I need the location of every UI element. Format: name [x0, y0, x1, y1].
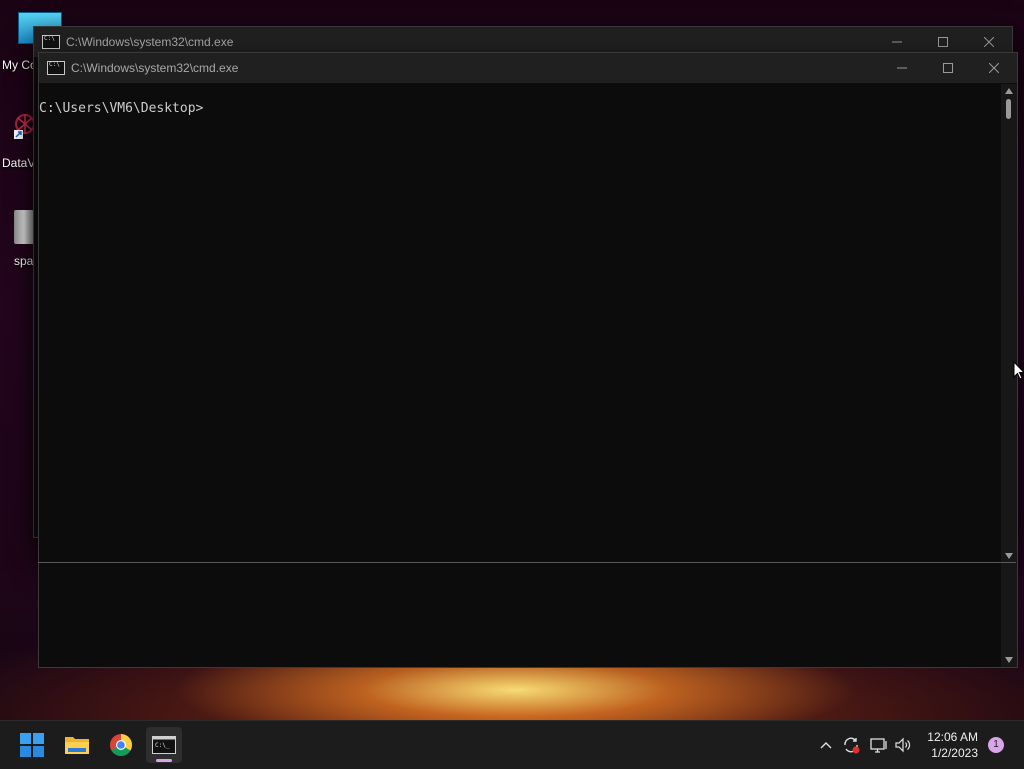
- minimize-icon: [897, 67, 907, 69]
- console-output[interactable]: C:\Users\VM6\Desktop>: [39, 84, 1001, 563]
- cmd-lower-pane[interactable]: [38, 563, 1018, 668]
- volume-button[interactable]: [892, 721, 914, 769]
- scroll-up-icon[interactable]: [1005, 88, 1013, 94]
- clock-date: 1/2/2023: [931, 746, 978, 760]
- windows-start-icon: [20, 733, 44, 757]
- scroll-down-icon[interactable]: [1005, 553, 1013, 559]
- chevron-up-icon: [820, 742, 832, 749]
- minimize-icon: [892, 41, 902, 43]
- network-icon: [870, 738, 887, 753]
- command-prompt: C:\Users\VM6\Desktop>: [39, 101, 204, 116]
- vertical-scrollbar[interactable]: [1001, 84, 1017, 563]
- cmd-taskbar-button[interactable]: C:\_: [146, 727, 182, 763]
- mouse-cursor-icon: [1013, 361, 1024, 380]
- chrome-button[interactable]: [103, 727, 139, 763]
- desktop-icon-label: spa: [14, 254, 34, 268]
- clock[interactable]: 12:06 AM 1/2/2023: [927, 729, 978, 761]
- svg-text:C:\_: C:\_: [155, 742, 170, 749]
- chrome-icon: [110, 734, 132, 756]
- cmd-icon: C:\_: [152, 736, 176, 754]
- maximize-button[interactable]: [925, 53, 971, 83]
- volume-icon: [895, 737, 911, 753]
- cmd-icon: [42, 35, 60, 49]
- cmd-window-front[interactable]: C:\Windows\system32\cmd.exe C:\Users\VM6…: [38, 52, 1018, 563]
- clock-time: 12:06 AM: [927, 730, 978, 744]
- minimize-button[interactable]: [879, 53, 925, 83]
- notification-badge[interactable]: 1: [988, 737, 1004, 753]
- scroll-down-icon[interactable]: [1005, 657, 1013, 663]
- active-indicator: [156, 759, 172, 762]
- close-icon: [984, 37, 994, 47]
- cmd-icon: [47, 61, 65, 75]
- maximize-icon: [938, 37, 948, 47]
- taskbar: C:\_ 12:06 AM 1/2/2023 1: [0, 720, 1024, 769]
- network-button[interactable]: [868, 721, 890, 769]
- window-title: C:\Windows\system32\cmd.exe: [66, 35, 234, 49]
- vertical-scrollbar[interactable]: [1001, 563, 1017, 667]
- sync-icon: [844, 737, 860, 754]
- close-icon: [989, 63, 999, 73]
- file-explorer-button[interactable]: [59, 727, 95, 763]
- maximize-icon: [943, 63, 953, 73]
- sync-status-button[interactable]: [840, 721, 862, 769]
- show-hidden-icons-button[interactable]: [816, 721, 836, 769]
- desktop-icon-label: My Co: [2, 58, 37, 72]
- close-button[interactable]: [971, 53, 1017, 83]
- scrollbar-thumb[interactable]: [1006, 99, 1011, 119]
- file-explorer-icon: [65, 737, 89, 754]
- window-title: C:\Windows\system32\cmd.exe: [71, 61, 239, 75]
- file-icon: [14, 210, 34, 244]
- desktop-icon-label: DataV: [2, 156, 36, 170]
- start-button[interactable]: [14, 727, 50, 763]
- title-bar[interactable]: C:\Windows\system32\cmd.exe: [39, 53, 1017, 83]
